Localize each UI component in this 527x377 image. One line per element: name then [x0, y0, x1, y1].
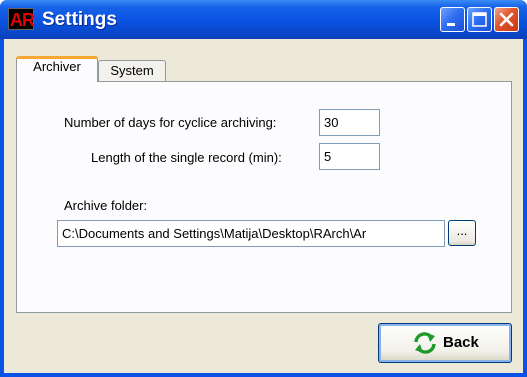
days-input[interactable]: 30 [319, 109, 380, 136]
title-bar[interactable]: AR Settings [0, 0, 527, 39]
archive-folder-label: Archive folder: [64, 198, 148, 213]
archive-folder-input[interactable]: C:\Documents and Settings\Matija\Desktop… [57, 220, 445, 247]
back-button-label: Back [443, 334, 479, 351]
close-button[interactable] [494, 7, 519, 32]
maximize-button[interactable] [467, 7, 492, 32]
minimize-button[interactable] [440, 7, 465, 32]
window-title: Settings [42, 9, 117, 30]
tab-system[interactable]: System [98, 60, 166, 82]
days-label: Number of days for cyclice archiving: [64, 115, 277, 130]
back-button[interactable]: Back [378, 323, 512, 363]
tab-archiver[interactable]: Archiver [16, 56, 98, 82]
record-length-label: Length of the single record (min): [91, 150, 282, 165]
maximize-icon [472, 12, 487, 27]
app-logo-icon: AR [8, 8, 35, 30]
close-icon [499, 12, 514, 27]
browse-folder-button[interactable]: ... [448, 220, 476, 246]
refresh-arrows-icon [414, 332, 436, 354]
window-frame-bottom [0, 373, 527, 377]
minimize-icon [447, 23, 455, 26]
app-logo-text: AR [10, 10, 35, 30]
record-length-input[interactable]: 5 [319, 143, 380, 170]
